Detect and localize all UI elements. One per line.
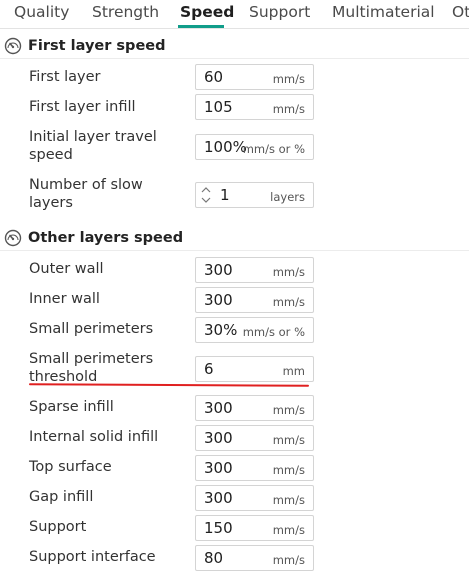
first-layer-speed-input[interactable]: 60 mm/s: [195, 64, 314, 90]
label-line: Small perimeters: [29, 351, 154, 367]
field-value: 300: [204, 489, 233, 507]
field-unit: mm/s: [272, 553, 305, 567]
field-value: 150: [204, 519, 233, 537]
field-unit: mm/s: [272, 403, 305, 417]
field-unit: mm/s: [272, 463, 305, 477]
tab-strength[interactable]: Strength: [92, 2, 159, 22]
label-internal-solid-infill: Internal solid infill: [29, 429, 159, 445]
tab-support[interactable]: Support: [249, 2, 310, 22]
top-surface-speed-input[interactable]: 300 mm/s: [195, 455, 314, 481]
field-unit: mm/s or %: [242, 142, 305, 156]
tab-others[interactable]: Ot: [452, 2, 469, 22]
section-divider: [0, 58, 469, 59]
label-sparse-infill: Sparse infill: [29, 399, 114, 415]
speedometer-icon: [4, 37, 22, 55]
active-tab-indicator: [178, 25, 224, 28]
section-header-other-layers-speed: Other layers speed: [4, 228, 183, 248]
small-perimeters-speed-input[interactable]: 30% mm/s or %: [195, 317, 314, 343]
field-unit: layers: [270, 190, 305, 204]
field-unit: mm: [282, 364, 305, 378]
spin-arrows-icon[interactable]: [200, 185, 212, 205]
section-title: Other layers speed: [28, 230, 184, 246]
field-value: 30%: [204, 321, 238, 339]
section-title: First layer speed: [28, 38, 166, 54]
section-header-first-layer-speed: First layer speed: [4, 36, 166, 56]
label-line: Initial layer travel: [29, 129, 157, 145]
support-interface-speed-input[interactable]: 80 mm/s: [195, 545, 314, 571]
label-gap-infill: Gap infill: [29, 489, 94, 505]
field-value: 80: [204, 549, 224, 567]
field-value: 1: [220, 186, 230, 204]
field-value: 300: [204, 429, 233, 447]
label-first-layer-infill: First layer infill: [29, 99, 136, 115]
field-unit: mm/s or %: [242, 325, 305, 339]
field-unit: mm/s: [272, 102, 305, 116]
field-value: 300: [204, 261, 233, 279]
field-unit: mm/s: [272, 433, 305, 447]
field-value: 100%: [204, 138, 247, 156]
label-small-perimeters-threshold: Small perimeters threshold: [29, 350, 153, 386]
red-annotation-underline: [28, 383, 310, 387]
field-value: 300: [204, 399, 233, 417]
field-value: 6: [204, 360, 214, 378]
label-initial-layer-travel-speed: Initial layer travel speed: [29, 128, 157, 164]
section-divider: [0, 250, 469, 251]
inner-wall-speed-input[interactable]: 300 mm/s: [195, 287, 314, 313]
label-line: Number of slow: [29, 177, 143, 193]
first-layer-infill-speed-input[interactable]: 105 mm/s: [195, 94, 314, 120]
field-value: 300: [204, 291, 233, 309]
label-top-surface: Top surface: [29, 459, 112, 475]
slow-layers-spin-input[interactable]: 1 layers: [195, 182, 314, 208]
sparse-infill-speed-input[interactable]: 300 mm/s: [195, 395, 314, 421]
label-number-of-slow-layers: Number of slow layers: [29, 176, 143, 212]
tab-quality[interactable]: Quality: [14, 2, 69, 22]
label-line: layers: [29, 195, 73, 211]
label-support: Support: [29, 519, 87, 535]
internal-solid-infill-speed-input[interactable]: 300 mm/s: [195, 425, 314, 451]
outer-wall-speed-input[interactable]: 300 mm/s: [195, 257, 314, 283]
tab-multimaterial[interactable]: Multimaterial: [332, 2, 435, 22]
field-value: 60: [204, 68, 224, 86]
label-first-layer: First layer: [29, 69, 101, 85]
label-line: speed: [29, 147, 73, 163]
field-unit: mm/s: [272, 295, 305, 309]
tab-bar: Quality Strength Speed Support Multimate…: [0, 0, 469, 29]
field-unit: mm/s: [272, 493, 305, 507]
field-value: 105: [204, 98, 233, 116]
initial-layer-travel-speed-input[interactable]: 100% mm/s or %: [195, 134, 314, 160]
label-inner-wall: Inner wall: [29, 291, 100, 307]
label-small-perimeters: Small perimeters: [29, 321, 154, 337]
field-value: 300: [204, 459, 233, 477]
speedometer-icon: [4, 229, 22, 247]
field-unit: mm/s: [272, 265, 305, 279]
label-support-interface: Support interface: [29, 549, 156, 565]
gap-infill-speed-input[interactable]: 300 mm/s: [195, 485, 314, 511]
field-unit: mm/s: [272, 72, 305, 86]
support-speed-input[interactable]: 150 mm/s: [195, 515, 314, 541]
tab-speed[interactable]: Speed: [180, 2, 234, 22]
label-outer-wall: Outer wall: [29, 261, 104, 277]
small-perimeters-threshold-input[interactable]: 6 mm: [195, 356, 314, 382]
field-unit: mm/s: [272, 523, 305, 537]
